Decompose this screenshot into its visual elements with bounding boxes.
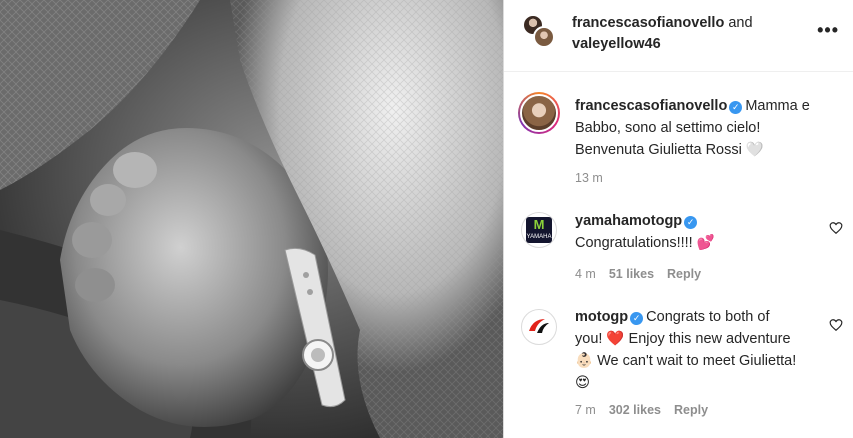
verified-badge-icon: ✓	[684, 216, 698, 229]
like-heart-icon[interactable]	[829, 318, 843, 332]
username-link[interactable]: motogp	[575, 309, 628, 325]
avatar[interactable]	[518, 92, 560, 134]
collab-avatars[interactable]	[522, 14, 556, 48]
caption-text: francescasofianovello ✓ Mamma e Babbo, son…	[575, 95, 840, 161]
avatar[interactable]: M YAMAHA	[521, 212, 557, 248]
post-sidebar: francescasofianovello and valeyellow46 •…	[503, 0, 853, 438]
yamaha-logo-icon: M YAMAHA	[526, 217, 552, 243]
caption-line: Babbo, sono al settimo cielo!	[575, 120, 761, 136]
username-link[interactable]: francescasofianovello	[575, 98, 727, 114]
post-header: francescasofianovello and valeyellow46 •…	[504, 0, 853, 72]
comment-body: Congratulations!!!! 💕	[575, 235, 715, 251]
like-heart-icon[interactable]	[829, 221, 843, 235]
conjunction-text: and	[728, 15, 753, 31]
timestamp[interactable]: 4 m	[575, 267, 596, 281]
collab-usernames: francescasofianovello and valeyellow46	[572, 13, 787, 55]
caption-meta: 13 m	[575, 171, 616, 185]
avatar	[533, 26, 555, 48]
comment-meta: 7 m 302 likes Reply	[575, 403, 721, 417]
likes-count[interactable]: 51 likes	[609, 267, 654, 281]
motogp-logo-icon	[529, 319, 549, 333]
username-link[interactable]: francescasofianovello	[572, 15, 724, 31]
comment-text: yamahamotogp ✓ Congratulations!!!! 💕	[575, 210, 815, 254]
comment-body: 😍	[575, 375, 591, 391]
username-link[interactable]: valeyellow46	[572, 36, 661, 52]
caption-line: Benvenuta Giulietta Rossi 🤍	[575, 142, 764, 158]
timestamp[interactable]: 7 m	[575, 403, 596, 417]
comment-body: you! ❤️ Enjoy this new adventure	[575, 331, 791, 347]
avatar[interactable]	[521, 309, 557, 345]
caption-line: Mamma e	[745, 98, 810, 114]
likes-count[interactable]: 302 likes	[609, 403, 661, 417]
more-options-button[interactable]: •••	[817, 21, 839, 39]
comment-body: 👶🏻 We can't wait to meet Giulietta!	[575, 353, 797, 369]
verified-badge-icon: ✓	[729, 101, 743, 114]
reply-button[interactable]: Reply	[667, 267, 701, 281]
comment-text: motogp ✓ Congrats to both of you! ❤️ Enjoy…	[575, 306, 837, 394]
post-photo[interactable]	[0, 0, 503, 438]
timestamp[interactable]: 13 m	[575, 171, 603, 185]
comment-meta: 4 m 51 likes Reply	[575, 267, 714, 281]
comment-body: Congrats to both of	[646, 309, 770, 325]
baby-foot-image	[0, 0, 503, 438]
reply-button[interactable]: Reply	[674, 403, 708, 417]
verified-badge-icon: ✓	[630, 312, 644, 325]
username-link[interactable]: yamahamotogp	[575, 213, 682, 229]
